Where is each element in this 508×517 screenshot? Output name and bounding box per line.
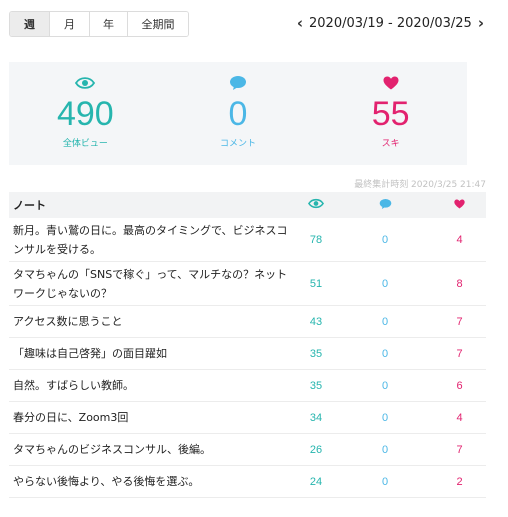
note-views: 51: [309, 277, 323, 290]
tab-all-time[interactable]: 全期間: [128, 12, 188, 36]
comments-label: コメント: [220, 139, 257, 149]
comments-total: 0: [228, 95, 248, 133]
note-views: 35: [309, 379, 323, 392]
tab-year[interactable]: 年: [90, 12, 128, 36]
note-views: 34: [309, 411, 323, 424]
comments-stat: 0 コメント: [162, 62, 315, 165]
summary-panel: 490 全体ビュー 0 コメント 55 スキ: [9, 62, 467, 165]
table-row[interactable]: 新月。青い鷲の日に。最高のタイミングで、ビジネスコンサルを受ける。 78 0 4: [9, 218, 486, 262]
notes-table: ノート 新月。青い鷲の日に。最高のタイミングで、ビジネスコンサルを受ける。 78…: [9, 192, 486, 498]
table-row[interactable]: 自然。すばらしい教師。 35 0 6: [9, 370, 486, 402]
chevron-left-icon[interactable]: ‹: [291, 14, 309, 32]
note-title[interactable]: 春分の日に、Zoom3回: [9, 408, 291, 427]
note-title[interactable]: やらない後悔より、やる後悔を選ぶ。: [9, 472, 291, 491]
table-row[interactable]: やらない後悔より、やる後悔を選ぶ。 24 0 2: [9, 466, 486, 498]
table-row[interactable]: タマちゃんの「SNSで稼ぐ」って、マルチなの？ネットワークじゃないの？ 51 0…: [9, 262, 486, 306]
views-total: 490: [56, 95, 114, 133]
likes-total: 55: [371, 95, 410, 133]
note-likes: 4: [456, 411, 463, 424]
note-likes: 8: [456, 277, 463, 290]
note-views: 26: [309, 443, 323, 456]
table-row[interactable]: アクセス数に思うこと 43 0 7: [9, 306, 486, 338]
tab-month[interactable]: 月: [50, 12, 90, 36]
note-comments: 0: [381, 277, 389, 290]
note-title[interactable]: タマちゃんのビジネスコンサル、後編。: [9, 440, 291, 459]
heart-icon: [383, 74, 399, 92]
eye-icon: [291, 198, 341, 212]
note-views: 78: [309, 233, 323, 246]
note-title[interactable]: タマちゃんの「SNSで稼ぐ」って、マルチなの？ネットワークじゃないの？: [9, 265, 291, 303]
note-title[interactable]: 自然。すばらしい教師。: [9, 376, 291, 395]
note-comments: 0: [381, 233, 389, 246]
note-comments: 0: [381, 315, 389, 328]
table-row[interactable]: 「趣味は自己啓発」の面目躍如 35 0 7: [9, 338, 486, 370]
note-comments: 0: [381, 347, 389, 360]
note-likes: 7: [456, 443, 463, 456]
last-updated: 最終集計時刻 2020/3/25 21:47: [354, 180, 486, 190]
note-title[interactable]: 新月。青い鷲の日に。最高のタイミングで、ビジネスコンサルを受ける。: [9, 221, 291, 259]
note-likes: 6: [456, 379, 463, 392]
note-comments: 0: [381, 475, 389, 488]
note-likes: 7: [456, 315, 463, 328]
column-title: ノート: [13, 198, 46, 212]
note-likes: 7: [456, 347, 463, 360]
likes-label: スキ: [381, 139, 400, 149]
likes-stat: 55 スキ: [314, 62, 467, 165]
note-views: 24: [309, 475, 323, 488]
table-header: ノート: [9, 192, 486, 218]
note-comments: 0: [381, 411, 389, 424]
note-comments: 0: [381, 379, 389, 392]
views-label: 全体ビュー: [62, 139, 108, 149]
period-tabs: 週 月 年 全期間: [9, 11, 189, 37]
eye-icon: [75, 74, 96, 92]
note-likes: 4: [456, 233, 463, 246]
note-title[interactable]: アクセス数に思うこと: [9, 312, 291, 331]
tab-week[interactable]: 週: [10, 12, 50, 36]
heart-icon: [421, 199, 486, 212]
speech-bubble-icon: [229, 74, 247, 92]
table-row[interactable]: 春分の日に、Zoom3回 34 0 4: [9, 402, 486, 434]
views-stat: 490 全体ビュー: [9, 62, 162, 165]
date-range: 2020/03/19 - 2020/03/25: [309, 15, 472, 31]
note-views: 35: [309, 347, 323, 360]
note-views: 43: [309, 315, 323, 328]
table-row[interactable]: タマちゃんのビジネスコンサル、後編。 26 0 7: [9, 434, 486, 466]
note-title[interactable]: 「趣味は自己啓発」の面目躍如: [9, 344, 291, 363]
chevron-right-icon[interactable]: ›: [472, 14, 490, 32]
speech-bubble-icon: [341, 198, 421, 213]
date-navigator: ‹ 2020/03/19 - 2020/03/25 ›: [291, 14, 490, 32]
note-comments: 0: [381, 443, 389, 456]
note-likes: 2: [456, 475, 463, 488]
